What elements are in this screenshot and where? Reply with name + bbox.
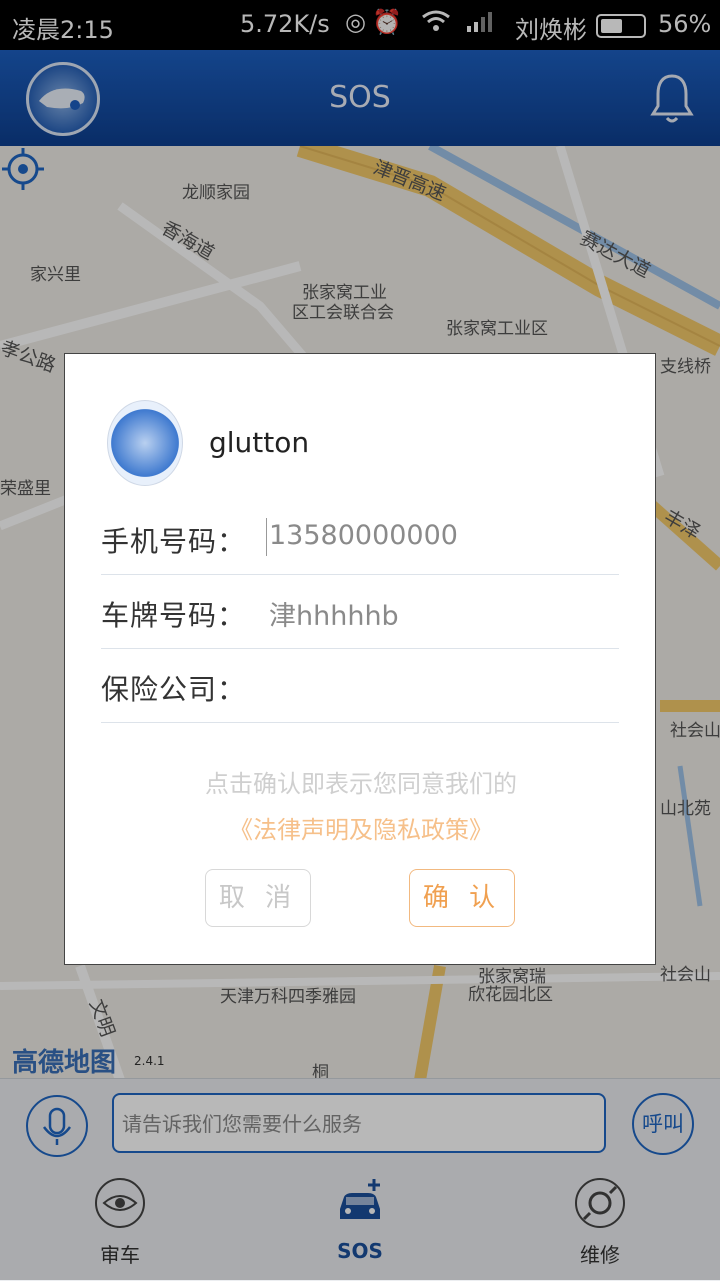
plate-row: 车牌号码： 津hhhhhb xyxy=(101,576,619,649)
insurance-row: 保险公司： xyxy=(101,650,619,723)
privacy-policy-link[interactable]: 《法律声明及隐私政策》 xyxy=(65,810,657,845)
cancel-button[interactable]: 取 消 xyxy=(205,869,311,927)
confirm-button[interactable]: 确 认 xyxy=(409,869,515,927)
plate-field[interactable]: 津hhhhhb xyxy=(269,594,399,633)
phone-label: 手机号码： xyxy=(101,525,247,558)
text-cursor xyxy=(266,518,267,556)
phone-row: 手机号码： 13580000000 xyxy=(101,502,619,575)
plate-label: 车牌号码： xyxy=(101,599,247,632)
phone-field[interactable]: 13580000000 xyxy=(269,520,458,551)
sos-confirm-dialog: glutton 手机号码： 13580000000 车牌号码： 津hhhhhb … xyxy=(64,353,656,965)
insurance-label: 保险公司： xyxy=(101,673,247,706)
avatar xyxy=(107,400,183,486)
username: glutton xyxy=(209,426,310,459)
consent-text: 点击确认即表示您同意我们的 xyxy=(205,770,517,798)
